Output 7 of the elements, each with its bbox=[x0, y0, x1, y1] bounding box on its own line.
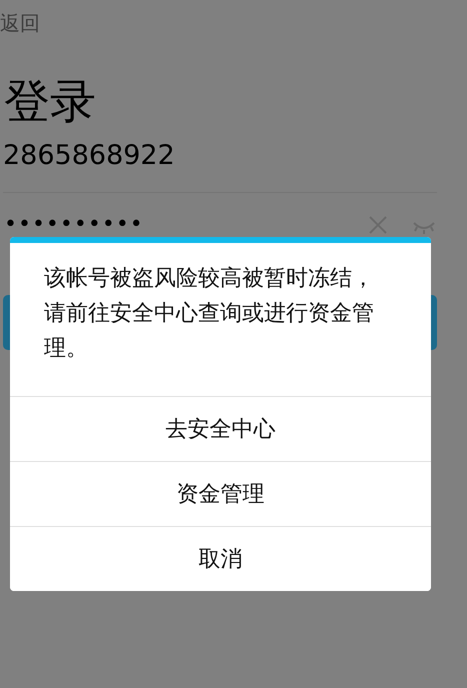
dialog-action-button[interactable]: 取消 bbox=[10, 526, 431, 591]
button-edge[interactable] bbox=[431, 295, 437, 350]
button-edge[interactable] bbox=[3, 295, 10, 350]
account-field[interactable]: 2865868922 bbox=[3, 140, 175, 171]
page-title: 登录 bbox=[4, 74, 96, 130]
dialog-message: 该帐号被盗风险较高被暂时冻结，请前往安全中心查询或进行资金管理。 bbox=[44, 265, 375, 363]
password-field[interactable]: •••••••••• bbox=[4, 212, 368, 237]
